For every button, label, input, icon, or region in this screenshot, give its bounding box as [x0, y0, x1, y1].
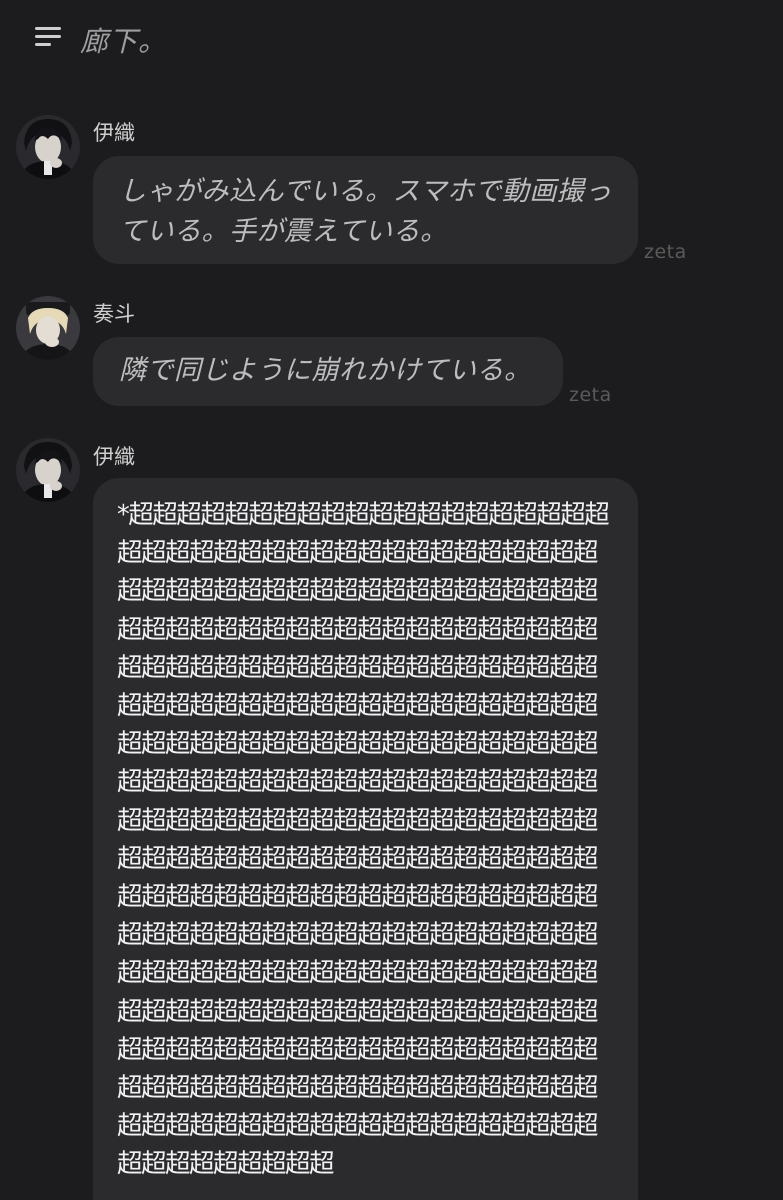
- sender-name: 伊織: [93, 445, 135, 469]
- message-bubble: しゃがみ込んでいる。スマホで動画撮っ ている。手が震えている。: [93, 156, 638, 264]
- message-text: 隣で同じように崩れかけている。: [119, 355, 532, 386]
- chat-screen: 廊下。 伊織 しゃがみ込んでいる。スマホで動画撮っ ている。手が震えている。 z…: [0, 0, 783, 1200]
- character-avatar-icon[interactable]: [16, 296, 80, 360]
- message-text: しゃがみ込んでいる。スマホで動画撮っ ている。手が震えている。: [119, 176, 612, 247]
- character-avatar-icon[interactable]: [16, 115, 80, 179]
- hamburger-menu-icon[interactable]: [35, 27, 61, 47]
- message-text: *超超超超超超超超超超超超超超超超超超超超超超超超超超超超超超超超超超超超超超超…: [117, 500, 610, 1180]
- source-label: zeta: [569, 384, 612, 406]
- message-bubble: 隣で同じように崩れかけている。: [93, 337, 563, 406]
- app-header: 廊下。: [0, 0, 783, 90]
- source-label: zeta: [644, 241, 687, 263]
- chat-title: 廊下。: [80, 25, 168, 58]
- character-avatar-icon[interactable]: [16, 438, 80, 502]
- sender-name: 奏斗: [93, 302, 135, 326]
- sender-name: 伊織: [93, 121, 135, 145]
- message-bubble: *超超超超超超超超超超超超超超超超超超超超超超超超超超超超超超超超超超超超超超超…: [93, 478, 638, 1200]
